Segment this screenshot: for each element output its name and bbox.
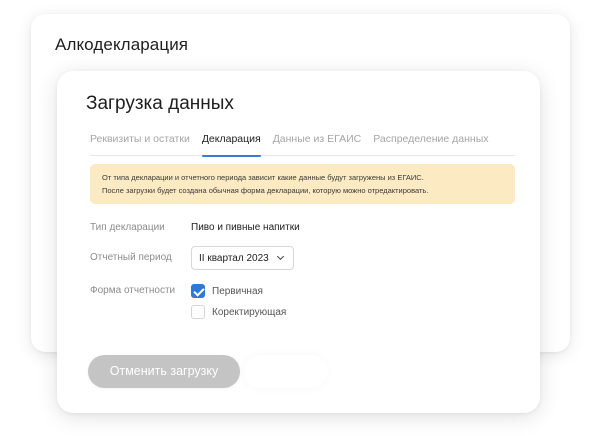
reporting-period-label: Отчетный период [90, 252, 172, 263]
report-form-label: Форма отчетности [90, 285, 176, 296]
checkbox-primary-label: Первичная [212, 285, 263, 297]
notice-line-1: От типа декларации и отчетного периода з… [102, 173, 424, 182]
cancel-upload-button[interactable]: Отменить загрузку [88, 355, 240, 388]
reporting-period-value: II квартал 2023 [199, 253, 269, 264]
tab-declaration[interactable]: Декларация [201, 132, 261, 157]
upload-dialog: Загрузка данных Реквизиты и остатки Декл… [57, 71, 540, 413]
declaration-type-label: Тип декларации [90, 222, 165, 233]
dialog-title: Загрузка данных [86, 93, 234, 114]
declaration-type-value: Пиво и пивные напитки [191, 222, 300, 233]
notice-line-2: После загрузки будет создана обычная фор… [102, 186, 429, 195]
checkbox-checked-icon[interactable] [191, 284, 205, 298]
app-title: Алкодекларация [55, 35, 189, 54]
reporting-period-select[interactable]: II квартал 2023 [191, 246, 294, 270]
tab-egais-data[interactable]: Данные из ЕГАИС [273, 132, 362, 155]
tab-requisites[interactable]: Реквизиты и остатки [90, 132, 190, 155]
checkbox-unchecked-icon[interactable] [191, 305, 205, 319]
checkbox-corrective-label: Коректирующая [212, 306, 287, 318]
chevron-down-icon [276, 252, 285, 261]
checkbox-corrective[interactable]: Коректирующая [191, 304, 286, 320]
tab-data-distribution[interactable]: Распределение данных [373, 132, 488, 155]
checkbox-primary[interactable]: Первичная [191, 283, 263, 299]
secondary-button[interactable] [244, 355, 328, 388]
info-notice: От типа декларации и отчетного периода з… [90, 164, 515, 204]
tab-bar: Реквизиты и остатки Декларация Данные из… [90, 132, 515, 157]
